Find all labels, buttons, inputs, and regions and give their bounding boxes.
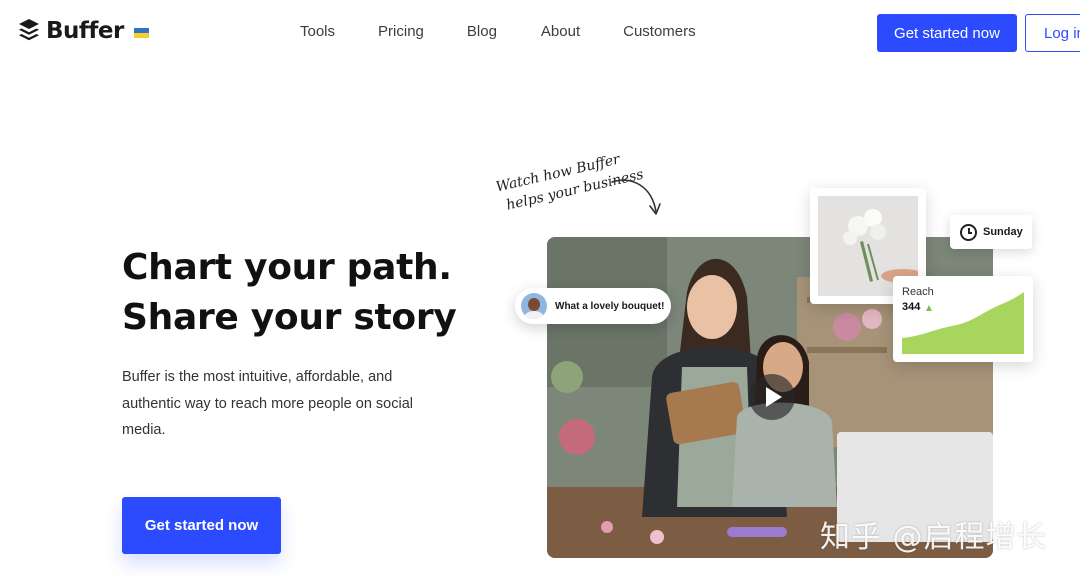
nav-blog[interactable]: Blog: [467, 23, 497, 40]
hero-title-line-2: Share your story: [122, 297, 457, 338]
comment-card: What a lovely bouquet!: [515, 288, 671, 324]
nav-tools[interactable]: Tools: [300, 23, 335, 40]
play-icon: [766, 387, 782, 407]
nav-about[interactable]: About: [541, 23, 580, 40]
comment-text: What a lovely bouquet!: [555, 300, 665, 312]
nav-pricing[interactable]: Pricing: [378, 23, 424, 40]
hero-title: Chart your path. Share your story: [122, 243, 457, 343]
brand-name: Buffer: [46, 18, 124, 44]
header-get-started-button[interactable]: Get started now: [877, 14, 1017, 52]
play-button[interactable]: [749, 374, 795, 420]
hero-get-started-button[interactable]: Get started now: [122, 497, 281, 554]
schedule-day: Sunday: [983, 226, 1023, 238]
reach-area-chart: [902, 292, 1024, 354]
curved-arrow-icon: [611, 179, 661, 215]
reach-card: Reach 344: [893, 276, 1033, 362]
login-button[interactable]: Log in: [1025, 14, 1080, 52]
avatar: [521, 293, 547, 319]
hero-title-line-1: Chart your path.: [122, 247, 452, 288]
buffer-logo-icon: [19, 19, 39, 41]
main-nav: Tools Pricing Blog About Customers: [300, 23, 696, 40]
ukraine-flag-icon: [133, 28, 149, 38]
watermark: 知乎 @启程增长: [820, 520, 1048, 555]
schedule-card: Sunday: [950, 215, 1032, 249]
clock-icon: [960, 223, 977, 241]
brand-logo[interactable]: Buffer: [18, 18, 149, 44]
hero-description: Buffer is the most intuitive, affordable…: [122, 369, 413, 438]
nav-customers[interactable]: Customers: [623, 23, 696, 40]
